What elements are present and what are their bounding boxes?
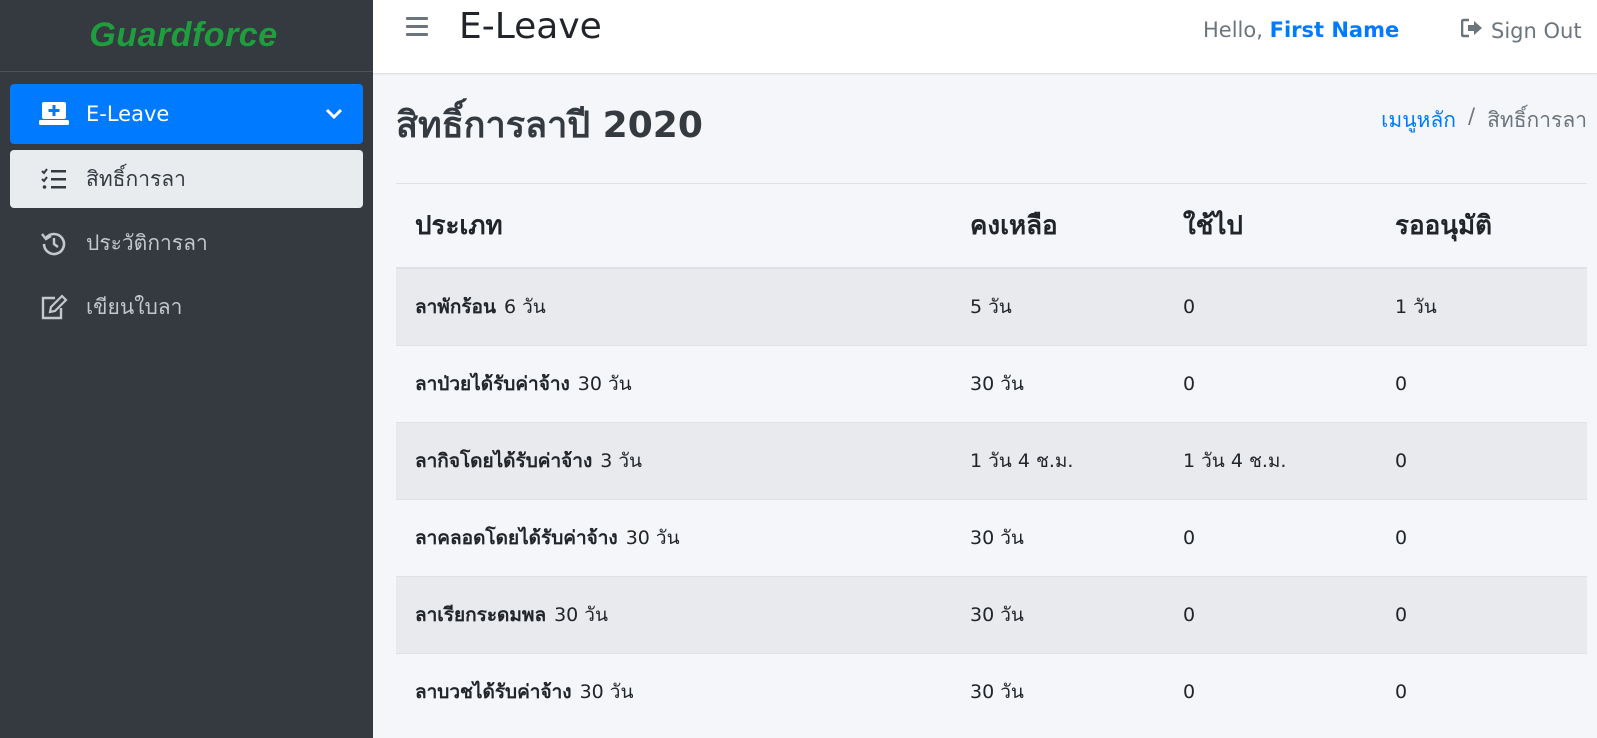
leave-table-wrapper: ประเภท คงเหลือ ใช้ไป รออนุมัติ ลาพักร้อน…	[396, 183, 1587, 730]
main-content: สิทธิ์การลาปี 2020 เมนูหลัก / สิทธิ์การล…	[373, 74, 1597, 738]
leave-type-name: ลาเรียกระดมพล	[415, 603, 547, 626]
edit-icon	[38, 294, 70, 320]
leave-type-days: 6 วัน	[503, 295, 546, 318]
cell-used: 0	[1164, 267, 1376, 345]
sidebar-item-e-leave[interactable]: E-Leave	[10, 84, 363, 144]
cell-type: ลาบวชได้รับค่าจ้าง 30 วัน	[396, 652, 951, 730]
breadcrumb-current: สิทธิ์การลา	[1487, 108, 1587, 132]
cell-used: 0	[1164, 575, 1376, 653]
cell-remaining: 30 วัน	[951, 498, 1164, 576]
page-title: สิทธิ์การลาปี 2020	[396, 105, 703, 146]
cell-pending: 0	[1376, 575, 1587, 653]
cell-used: 0	[1164, 498, 1376, 576]
leave-type-name: ลาคลอดโดยได้รับค่าจ้าง	[415, 526, 618, 549]
history-icon	[38, 230, 70, 256]
cell-remaining: 30 วัน	[951, 652, 1164, 730]
table-row: ลาคลอดโดยได้รับค่าจ้าง 30 วัน 30 วัน 0 0	[396, 498, 1587, 576]
cell-remaining: 30 วัน	[951, 575, 1164, 653]
cell-type: ลาพักร้อน 6 วัน	[396, 267, 951, 345]
table-row: ลาพักร้อน 6 วัน 5 วัน 0 1 วัน	[396, 267, 1587, 345]
user-greeting: Hello, First Name	[1203, 18, 1399, 42]
column-header-remaining: คงเหลือ	[951, 184, 1164, 269]
leave-type-days: 30 วัน	[554, 603, 608, 626]
hello-prefix: Hello,	[1203, 18, 1263, 42]
cell-type: ลาคลอดโดยได้รับค่าจ้าง 30 วัน	[396, 498, 951, 576]
column-header-type: ประเภท	[396, 184, 951, 269]
table-row: ลาบวชได้รับค่าจ้าง 30 วัน 30 วัน 0 0	[396, 652, 1587, 730]
sidebar-nav: E-Leave สิทธิ์การลา ประวัติการลา เขียนใบ…	[0, 72, 373, 354]
leave-type-days: 3 วัน	[600, 449, 643, 472]
menu-icon[interactable]	[406, 17, 428, 39]
column-header-used: ใช้ไป	[1164, 184, 1376, 269]
cell-remaining: 1 วัน 4 ช.ม.	[951, 421, 1164, 499]
sidebar-item-label: E-Leave	[86, 102, 170, 126]
column-header-pending: รออนุมัติ	[1376, 184, 1587, 269]
brand[interactable]: Guardforce	[0, 0, 373, 72]
cell-type: ลาเรียกระดมพล 30 วัน	[396, 575, 951, 653]
cell-used: 0	[1164, 344, 1376, 422]
breadcrumb: เมนูหลัก / สิทธิ์การลา	[1381, 104, 1587, 137]
table-row: ลาเรียกระดมพล 30 วัน 30 วัน 0 0	[396, 575, 1587, 653]
leave-rights-table: ประเภท คงเหลือ ใช้ไป รออนุมัติ ลาพักร้อน…	[396, 184, 1587, 730]
cell-type: ลากิจโดยได้รับค่าจ้าง 3 วัน	[396, 421, 951, 499]
sidebar-item-leave-history[interactable]: ประวัติการลา	[10, 214, 363, 272]
leave-type-days: 30 วัน	[577, 372, 632, 395]
leave-type-name: ลาพักร้อน	[415, 295, 496, 318]
top-navbar: E-Leave Hello, First Name Sign Out	[373, 0, 1597, 74]
sign-out-label: Sign Out	[1491, 18, 1582, 43]
cell-pending: 0	[1376, 421, 1587, 499]
table-row: ลาป่วยได้รับค่าจ้าง 30 วัน 30 วัน 0 0	[396, 344, 1587, 422]
cell-pending: 0	[1376, 498, 1587, 576]
sidebar-item-label: เขียนใบลา	[86, 294, 183, 319]
sidebar-item-leave-rights[interactable]: สิทธิ์การลา	[10, 150, 363, 208]
cell-remaining: 5 วัน	[951, 267, 1164, 345]
leave-type-days: 30 วัน	[579, 680, 634, 703]
leave-type-name: ลาป่วยได้รับค่าจ้าง	[415, 372, 570, 395]
leave-type-days: 30 วัน	[625, 526, 680, 549]
cell-used: 1 วัน 4 ช.ม.	[1164, 421, 1376, 499]
sidebar: Guardforce E-Leave สิทธิ์การลา ประวัติกา…	[0, 0, 373, 738]
tasks-icon	[38, 166, 70, 192]
leave-type-name: ลาบวชได้รับค่าจ้าง	[415, 680, 572, 703]
sign-out-icon	[1460, 18, 1491, 43]
cell-pending: 0	[1376, 344, 1587, 422]
cell-used: 0	[1164, 652, 1376, 730]
cell-remaining: 30 วัน	[951, 344, 1164, 422]
brand-logo[interactable]: Guardforce	[89, 16, 277, 55]
app-title: E-Leave	[459, 6, 602, 47]
sidebar-item-write-leave[interactable]: เขียนใบลา	[10, 278, 363, 336]
cell-pending: 1 วัน	[1376, 267, 1587, 345]
sidebar-item-label: สิทธิ์การลา	[86, 166, 186, 191]
chevron-down-icon	[325, 102, 343, 126]
cell-pending: 0	[1376, 652, 1587, 730]
table-row: ลากิจโดยได้รับค่าจ้าง 3 วัน 1 วัน 4 ช.ม. …	[396, 421, 1587, 499]
sign-out-button[interactable]: Sign Out	[1460, 18, 1582, 43]
cell-type: ลาป่วยได้รับค่าจ้าง 30 วัน	[396, 344, 951, 422]
user-name[interactable]: First Name	[1270, 18, 1400, 42]
breadcrumb-home[interactable]: เมนูหลัก	[1381, 104, 1456, 137]
leave-type-name: ลากิจโดยได้รับค่าจ้าง	[415, 449, 593, 472]
table-header-row: ประเภท คงเหลือ ใช้ไป รออนุมัติ	[396, 184, 1587, 269]
breadcrumb-separator: /	[1467, 104, 1476, 128]
sidebar-item-label: ประวัติการลา	[86, 230, 208, 255]
laptop-medical-icon	[38, 101, 70, 127]
